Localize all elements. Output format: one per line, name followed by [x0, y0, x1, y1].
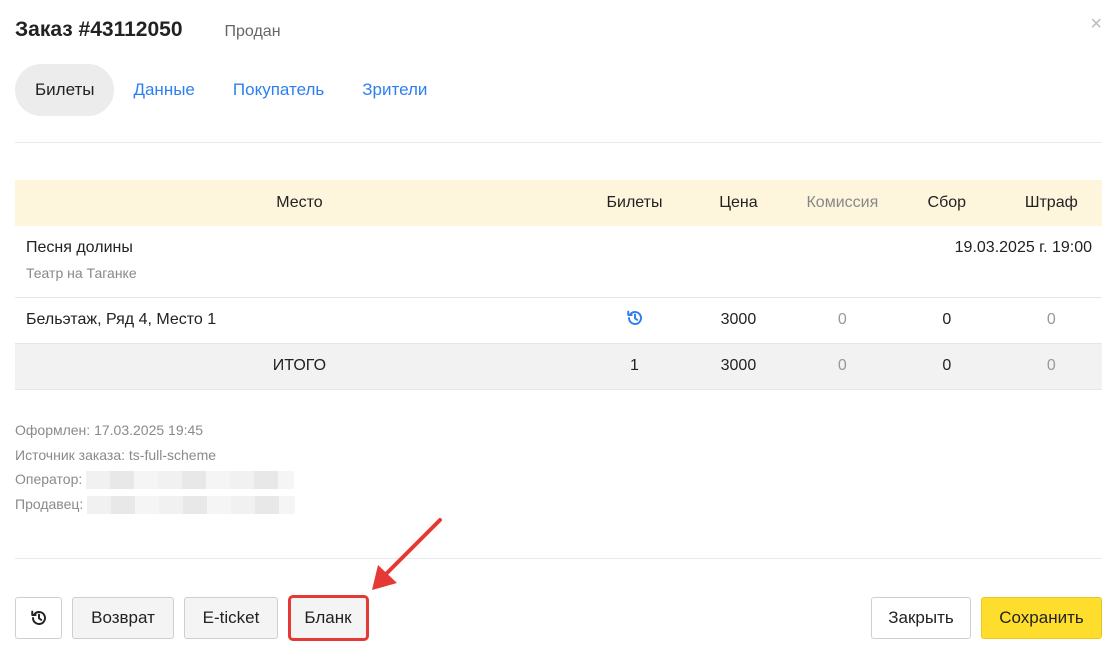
total-price: 3000	[720, 357, 757, 374]
total-fine: 0	[1046, 357, 1056, 374]
divider-bottom	[15, 558, 1102, 559]
col-header-fee: Сбор	[927, 194, 967, 211]
return-button[interactable]: Возврат	[72, 597, 174, 639]
tickets-table: Место Билеты Цена Комиссия Сбор Штраф Пе…	[15, 180, 1102, 390]
col-header-commission: Комиссия	[806, 194, 879, 211]
seat-fine: 0	[1046, 311, 1056, 328]
history-icon	[30, 610, 46, 625]
event-info: Песня долины Театр на Таганке	[15, 226, 584, 297]
history-icon[interactable]	[626, 309, 644, 327]
event-title: Песня долины	[26, 239, 133, 256]
tab-data[interactable]: Данные	[114, 64, 213, 116]
seat-place: Бельэтаж, Ряд 4, Место 1	[26, 311, 217, 328]
col-header-place: Место	[276, 194, 323, 211]
save-button[interactable]: Сохранить	[981, 597, 1102, 639]
table-header-row: Место Билеты Цена Комиссия Сбор Штраф	[15, 180, 1102, 226]
order-status: Продан	[224, 23, 281, 40]
history-button[interactable]	[15, 597, 62, 639]
operator-label: Оператор:	[15, 471, 83, 487]
order-title: Заказ #43112050	[15, 18, 183, 41]
event-venue: Театр на Таганке	[26, 265, 137, 281]
event-datetime: 19.03.2025 г. 19:00	[954, 239, 1092, 256]
total-row: ИТОГО 1 3000 0 0 0	[15, 343, 1102, 389]
source-line: Источник заказа: ts-full-scheme	[15, 446, 217, 463]
seller-line: Продавец:	[15, 492, 296, 517]
operator-line: Оператор:	[15, 467, 295, 492]
total-tickets: 1	[630, 357, 639, 374]
total-fee: 0	[942, 357, 952, 374]
total-label: ИТОГО	[272, 357, 327, 374]
divider-top	[15, 142, 1102, 143]
eticket-button[interactable]: E-ticket	[184, 597, 278, 639]
seat-commission: 0	[837, 311, 847, 328]
tab-buyer[interactable]: Покупатель	[214, 64, 343, 116]
created-line: Оформлен: 17.03.2025 19:45	[15, 422, 204, 438]
event-row: Песня долины Театр на Таганке 19.03.2025…	[15, 226, 1102, 297]
total-commission: 0	[837, 357, 847, 374]
seat-fee: 0	[942, 311, 952, 328]
col-header-price: Цена	[719, 194, 758, 211]
col-header-fine: Штраф	[1024, 194, 1078, 211]
tab-viewers[interactable]: Зрители	[343, 64, 446, 116]
seat-price: 3000	[720, 311, 757, 328]
seat-tickets	[584, 297, 685, 343]
close-icon[interactable]: ×	[1090, 14, 1102, 34]
blank-button[interactable]: Бланк	[288, 597, 368, 639]
col-header-tickets: Билеты	[606, 194, 663, 211]
close-button[interactable]: Закрыть	[871, 597, 971, 639]
seller-label: Продавец:	[15, 495, 84, 512]
operator-redacted	[86, 471, 295, 490]
tab-bar: Билеты Данные Покупатель Зрители	[15, 64, 446, 116]
seller-redacted	[87, 495, 296, 514]
order-info: Оформлен: 17.03.2025 19:45 Источник зака…	[15, 418, 296, 517]
table-row: Бельэтаж, Ряд 4, Место 1 3000 0 0 0	[15, 297, 1102, 343]
tab-tickets[interactable]: Билеты	[15, 64, 115, 116]
modal-header: Заказ #43112050 Продан	[15, 18, 281, 42]
